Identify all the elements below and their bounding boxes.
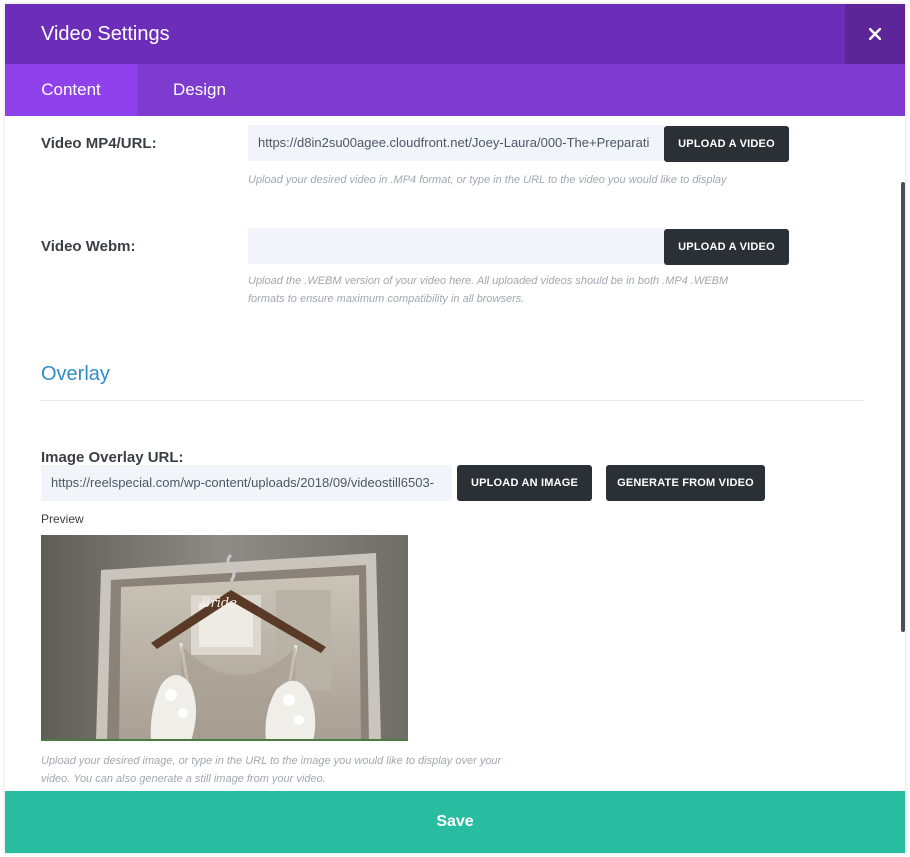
- generate-from-video-button[interactable]: GENERATE FROM VIDEO: [606, 465, 765, 501]
- preview-label: Preview: [41, 512, 84, 526]
- hanger-lettering: Bride: [200, 596, 237, 611]
- upload-image-button[interactable]: UPLOAD AN IMAGE: [457, 465, 592, 501]
- tab-content[interactable]: Content: [5, 64, 137, 116]
- video-mp4-help: Upload your desired video in .MP4 format…: [248, 174, 727, 186]
- close-icon: [869, 28, 881, 40]
- upload-mp4-button[interactable]: UPLOAD A VIDEO: [664, 126, 789, 162]
- upload-webm-button[interactable]: UPLOAD A VIDEO: [664, 229, 789, 265]
- overlay-preview-image: Bride: [41, 535, 408, 741]
- modal-title: Video Settings: [41, 23, 170, 45]
- video-webm-input[interactable]: [248, 228, 664, 264]
- video-webm-label: Video Webm:: [41, 238, 136, 255]
- video-webm-help-line2: formats to ensure maximum compatibility …: [248, 293, 525, 305]
- close-button[interactable]: [845, 4, 905, 64]
- overlay-help-line2: video. You can also generate a still ima…: [41, 773, 326, 785]
- scrollbar[interactable]: [901, 182, 905, 632]
- video-webm-help-line1: Upload the .WEBM version of your video h…: [248, 275, 729, 287]
- modal-header: Video Settings: [5, 4, 905, 64]
- tab-bar: Content Design: [5, 64, 905, 116]
- image-overlay-input[interactable]: https://reelspecial.com/wp-content/uploa…: [41, 465, 452, 501]
- overlay-help-line1: Upload your desired image, or type in th…: [41, 755, 502, 767]
- wedding-dress-photo: Bride: [41, 535, 408, 739]
- save-button[interactable]: Save: [5, 791, 905, 853]
- tab-design[interactable]: Design: [137, 64, 262, 116]
- video-mp4-input[interactable]: https://d8in2su00agee.cloudfront.net/Joe…: [248, 125, 664, 161]
- overlay-section-title[interactable]: Overlay: [41, 362, 110, 386]
- video-mp4-label: Video MP4/URL:: [41, 135, 157, 152]
- video-settings-modal: Video Settings Content Design Video MP4/…: [5, 4, 905, 853]
- section-divider: [41, 400, 863, 401]
